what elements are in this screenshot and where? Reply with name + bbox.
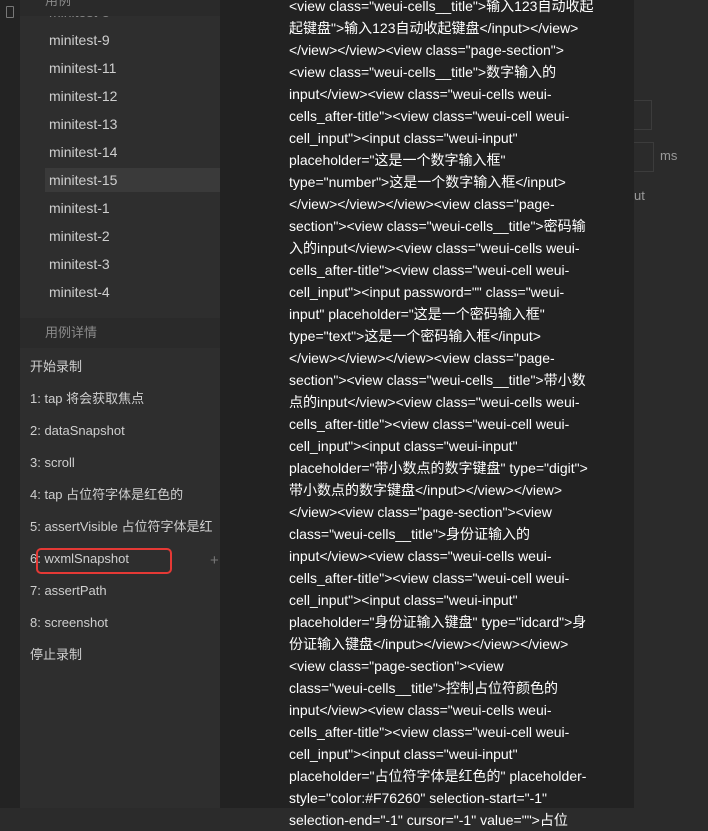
wxml-line: cells_after-title"><view class="weui-cel… <box>289 262 570 278</box>
case-step-item[interactable]: 4: tap 占位符字体是红色的 <box>30 484 220 506</box>
highlight-annotation <box>36 548 172 574</box>
text-input[interactable] <box>634 100 652 130</box>
wxml-line: <view class="weui-cells__title">输入123自动收… <box>289 0 594 14</box>
case-item[interactable]: minitest-1 <box>45 196 220 220</box>
wxml-line: input" placeholder="这是一个密码输入框" <box>289 306 545 322</box>
wxml-line: cells_after-title"><view class="weui-cel… <box>289 416 570 432</box>
case-step-item[interactable]: 停止录制 <box>30 644 220 666</box>
wxml-line: cell_input"><input class="weui-input" <box>289 746 518 762</box>
wxml-line: </view></view></view><view class="page- <box>289 196 555 212</box>
right-panel: ms ut <box>634 0 708 808</box>
wxml-line: selection-end="-1" cursor="-1" value="">… <box>289 812 568 828</box>
wxml-line: type="number">这是一个数字输入框</input> <box>289 174 566 190</box>
case-item[interactable]: minitest-15 <box>45 168 220 192</box>
sidebar: minitest-8minitest-9minitest-11minitest-… <box>20 0 220 808</box>
case-item[interactable]: minitest-2 <box>45 224 220 248</box>
wxml-line: input</view><view class="weui-cells weui… <box>289 86 552 102</box>
wxml-line: cell_input"><input class="weui-input" <box>289 130 518 146</box>
case-step-item[interactable]: 1: tap 将会获取焦点 <box>30 388 220 410</box>
wxml-line: </view></view><view class="page-section"… <box>289 42 564 58</box>
case-step-item[interactable]: 7: assertPath <box>30 580 220 602</box>
timeout-input[interactable] <box>634 142 654 172</box>
wxml-line: cell_input"><input password="" class="we… <box>289 284 565 300</box>
wxml-line: 带小数点的数字键盘</input></view></view> <box>289 482 563 498</box>
wxml-line: 入的input</view><view class="weui-cells we… <box>289 240 580 256</box>
wxml-line: class="weui-cells__title">控制占位符颜色的 <box>289 680 559 696</box>
case-item[interactable]: minitest-9 <box>45 28 220 52</box>
wxml-line: class="weui-cells__title">身份证输入的 <box>289 526 531 542</box>
case-item[interactable]: minitest-4 <box>45 280 220 304</box>
case-step-item[interactable]: 5: assertVisible 占位符字体是红 <box>30 516 220 538</box>
partial-label: ut <box>634 188 645 203</box>
wxml-line: 份证输入键盘</input></view></view></view> <box>289 636 569 652</box>
case-step-item[interactable]: 8: screenshot <box>30 612 220 634</box>
case-item[interactable]: minitest-11 <box>45 56 220 80</box>
case-item[interactable]: minitest-14 <box>45 140 220 164</box>
wxml-line: cells_after-title"><view class="weui-cel… <box>289 108 570 124</box>
wxml-line: placeholder="带小数点的数字键盘" type="digit"> <box>289 460 588 476</box>
wxml-line: input</view><view class="weui-cells weui… <box>289 702 552 718</box>
wxml-line: cells_after-title"><view class="weui-cel… <box>289 724 570 740</box>
case-item[interactable]: minitest-3 <box>45 252 220 276</box>
wxml-line: 起键盘">输入123自动收起键盘</input></view> <box>289 20 579 36</box>
wxml-line: <view class="page-section"><view <box>289 658 504 674</box>
case-step-item[interactable]: 开始录制 <box>30 356 220 378</box>
wxml-line: placeholder="这是一个数字输入框" <box>289 152 506 168</box>
wxml-line: section"><view class="weui-cells__title"… <box>289 372 586 388</box>
wxml-line: cells_after-title"><view class="weui-cel… <box>289 570 570 586</box>
wxml-line: </view><view class="page-section"><view <box>289 504 552 520</box>
case-details-header: 用例详情 <box>20 318 220 348</box>
wxml-line: cell_input"><input class="weui-input" <box>289 438 518 454</box>
add-icon[interactable]: + <box>210 553 219 569</box>
case-item[interactable]: minitest-5 <box>45 308 220 314</box>
case-list: minitest-8minitest-9minitest-11minitest-… <box>20 14 220 314</box>
wxml-line: placeholder="身份证输入键盘" type="idcard">身 <box>289 614 587 630</box>
wxml-line: type="text">这是一个密码输入框</input> <box>289 328 541 344</box>
wxml-content: <view class="weui-cells__title">输入123自动收… <box>289 0 609 831</box>
cases-header: 用例 <box>20 0 220 16</box>
case-step-item[interactable]: 3: scroll <box>30 452 220 474</box>
wxml-line: input</view><view class="weui-cells weui… <box>289 548 552 564</box>
left-activity-strip <box>0 0 21 808</box>
wxml-line: </view></view></view><view class="page- <box>289 350 555 366</box>
file-icon <box>6 6 14 18</box>
case-item[interactable]: minitest-13 <box>45 112 220 136</box>
case-step-item[interactable]: 2: dataSnapshot <box>30 420 220 442</box>
wxml-line: <view class="weui-cells__title">数字输入的 <box>289 64 557 80</box>
wxml-line: section"><view class="weui-cells__title"… <box>289 218 586 234</box>
wxml-snapshot-popup: <view class="weui-cells__title">输入123自动收… <box>220 0 634 828</box>
wxml-line: cell_input"><input class="weui-input" <box>289 592 518 608</box>
wxml-line: placeholder="占位符字体是红色的" placeholder- <box>289 768 587 784</box>
wxml-line: style="color:#F76260" selection-start="-… <box>289 790 548 806</box>
wxml-line: 点的input</view><view class="weui-cells we… <box>289 394 580 410</box>
ms-unit-label: ms <box>660 148 678 163</box>
case-item[interactable]: minitest-12 <box>45 84 220 108</box>
